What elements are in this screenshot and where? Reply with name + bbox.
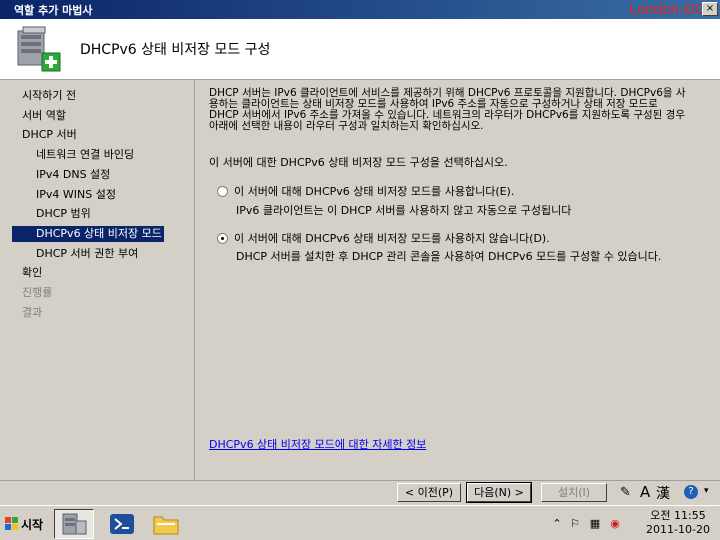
enable-stateless-radio[interactable] — [217, 185, 228, 197]
clock-date: 2011-10-20 — [646, 523, 710, 536]
nav-item-network-binding[interactable]: 네트워크 연결 바인딩 — [36, 147, 134, 163]
chevron-up-icon[interactable]: ⌃ — [550, 517, 564, 531]
disable-stateless-radio[interactable] — [217, 232, 228, 244]
folder-icon — [153, 516, 179, 535]
enable-stateless-label[interactable]: 이 서버에 대해 DHCPv6 상태 비저장 모드를 사용합니다(E). — [234, 183, 514, 199]
nav-item-results: 결과 — [22, 306, 43, 319]
start-button[interactable]: 시작 — [2, 512, 46, 536]
server-add-icon — [17, 26, 61, 72]
nav-item-dhcp-authorization[interactable]: DHCP 서버 권한 부여 — [36, 246, 138, 262]
enable-stateless-option[interactable]: 이 서버에 대해 DHCPv6 상태 비저장 모드를 사용합니다(E). — [217, 183, 514, 199]
nav-item-ipv4-wins[interactable]: IPv4 WINS 설정 — [36, 187, 116, 203]
window-title: 역할 추가 마법사 — [14, 4, 93, 17]
page-title: DHCPv6 상태 비저장 모드 구성 — [80, 42, 271, 58]
disable-stateless-option[interactable]: 이 서버에 대해 DHCPv6 상태 비저장 모드를 사용하지 않습니다(D). — [217, 230, 550, 246]
title-bar[interactable]: 역할 추가 마법사 London-DC1 × — [0, 0, 720, 19]
language-bar-icon[interactable]: ✎ — [620, 485, 631, 500]
more-info-link[interactable]: DHCPv6 상태 비저장 모드에 대한 자세한 정보 — [209, 436, 426, 452]
prompt-text: 이 서버에 대한 DHCPv6 상태 비저장 모드 구성을 선택하십시오. — [209, 156, 508, 169]
disable-stateless-sub: DHCP 서버를 설치한 후 DHCP 관리 콘솔을 사용하여 DHCPv6 모… — [236, 250, 662, 263]
wizard-footer: < 이전(P) 다음(N) > 설치(I) ✎ A 漢 ? ▾ — [0, 480, 720, 505]
help-icon[interactable]: ? — [684, 485, 698, 499]
chevron-down-icon[interactable]: ▾ — [704, 486, 709, 496]
wizard-content: DHCP 서버는 IPv6 클라이언트에 서비스를 제공하기 위해 DHCPv6… — [194, 80, 720, 480]
nav-item-server-roles[interactable]: 서버 역할 — [22, 108, 66, 124]
enable-stateless-sub: IPv6 클라이언트는 이 DHCP 서버를 사용하지 않고 자동으로 구성됩니… — [236, 204, 572, 217]
nav-item-progress: 진행률 — [22, 286, 53, 299]
taskbar-server-manager[interactable] — [54, 509, 94, 539]
server-manager-icon — [62, 513, 87, 535]
taskbar: 시작 ⌃ ⚐ ▦ ◉ 오전 11:55 2011-10-20 — [0, 505, 720, 540]
system-tray: ⌃ ⚐ ▦ ◉ 오전 11:55 2011-10-20 — [550, 508, 720, 539]
clock-time: 오전 11:55 — [650, 509, 706, 522]
wizard-window: 역할 추가 마법사 London-DC1 × DHCPv6 상태 비저장 모드 … — [0, 0, 720, 505]
next-button[interactable]: 다음(N) > — [466, 482, 532, 503]
windows-flag-icon — [4, 517, 18, 530]
input-mode-hanja[interactable]: 漢 — [656, 483, 670, 503]
powershell-icon — [110, 514, 134, 534]
start-label: 시작 — [20, 517, 44, 532]
taskbar-powershell[interactable] — [102, 509, 142, 539]
nav-item-ipv4-dns[interactable]: IPv4 DNS 설정 — [36, 167, 110, 183]
disable-stateless-label[interactable]: 이 서버에 대해 DHCPv6 상태 비저장 모드를 사용하지 않습니다(D). — [234, 230, 550, 246]
input-mode-a[interactable]: A — [640, 483, 650, 501]
description-text: DHCP 서버는 IPv6 클라이언트에 서비스를 제공하기 위해 DHCPv6… — [209, 87, 686, 132]
wizard-nav: 시작하기 전 서버 역할 DHCP 서버 네트워크 연결 바인딩 IPv4 DN… — [0, 80, 194, 480]
taskbar-explorer[interactable] — [146, 509, 186, 539]
clock[interactable]: 오전 11:55 2011-10-20 — [642, 509, 714, 537]
previous-button[interactable]: < 이전(P) — [397, 483, 461, 502]
wizard-header: DHCPv6 상태 비저장 모드 구성 — [0, 19, 720, 80]
flag-icon[interactable]: ⚐ — [568, 517, 582, 531]
nav-item-confirmation[interactable]: 확인 — [22, 265, 42, 281]
nav-item-before-you-begin[interactable]: 시작하기 전 — [22, 88, 76, 104]
nav-item-dhcp-server[interactable]: DHCP 서버 — [22, 127, 77, 143]
install-button: 설치(I) — [541, 483, 607, 502]
network-icon[interactable]: ▦ — [588, 517, 602, 531]
nav-item-dhcp-scopes[interactable]: DHCP 범위 — [36, 206, 91, 222]
nav-item-dhcpv6-stateless[interactable]: DHCPv6 상태 비저장 모드 — [12, 226, 164, 242]
volume-icon[interactable]: ◉ — [608, 517, 622, 531]
close-button[interactable]: × — [702, 2, 718, 16]
